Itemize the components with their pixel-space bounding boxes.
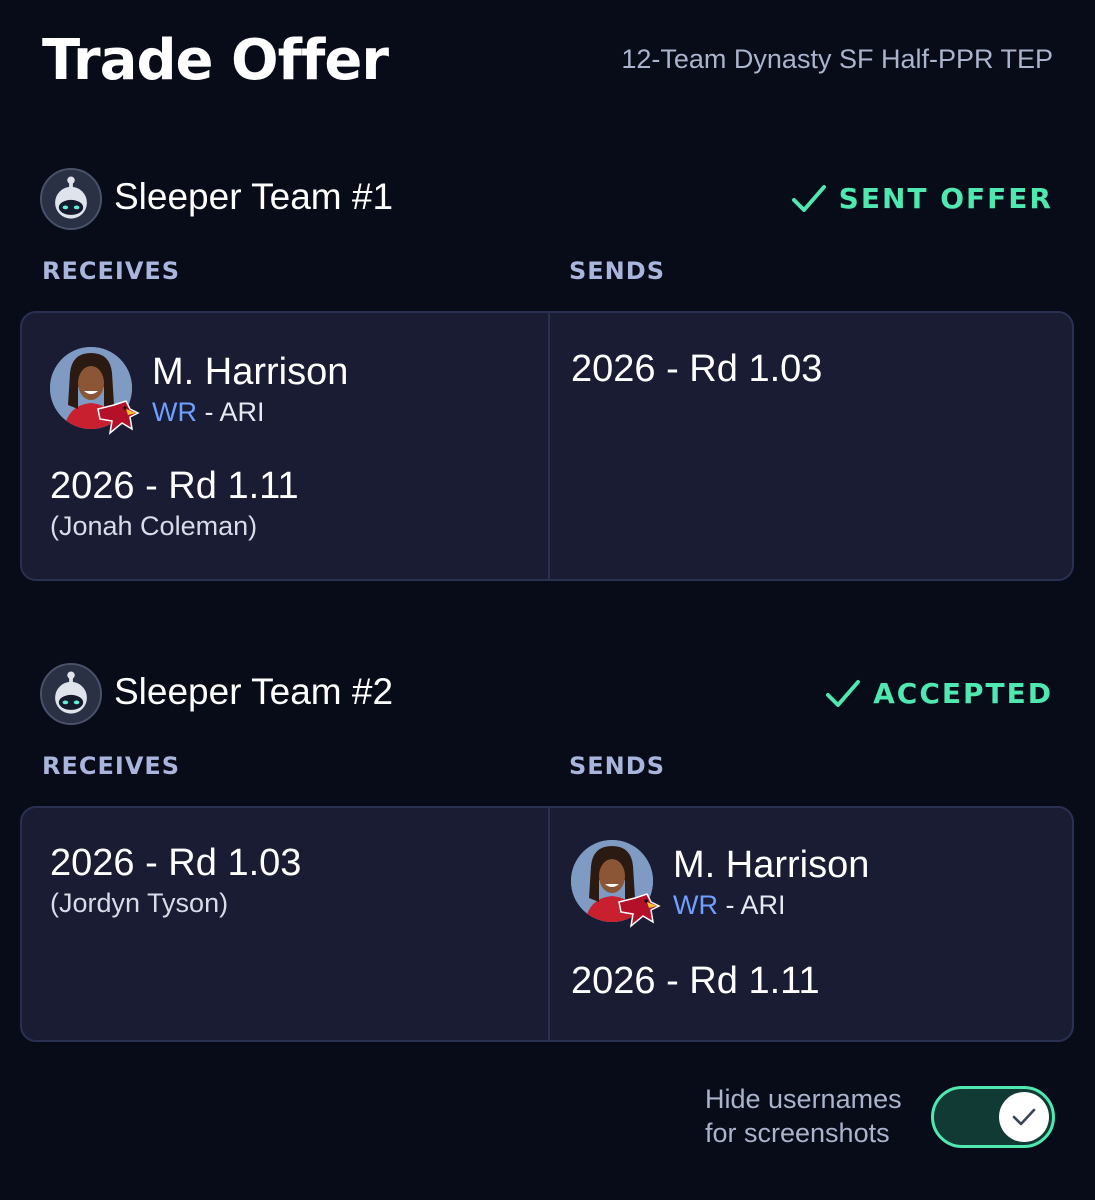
status-label: ACCEPTED <box>873 677 1053 710</box>
hide-usernames-toggle[interactable] <box>931 1086 1055 1148</box>
sleeper-mascot-icon[interactable] <box>40 663 102 725</box>
status-badge: ACCEPTED <box>825 677 1053 710</box>
player-meta: WR - ARI <box>673 890 786 921</box>
player-team: ARI <box>219 397 265 427</box>
receives-label: RECEIVES <box>42 257 181 285</box>
team-2-trade-card: 2026 - Rd 1.03 (Jordyn Tyson) M. Harriso… <box>20 806 1074 1042</box>
trade-offer-page: Trade Offer 12-Team Dynasty SF Half-PPR … <box>0 0 1095 1200</box>
checkmark-icon <box>791 184 826 212</box>
cardinals-logo-icon <box>618 893 661 928</box>
pick-note: (Jonah Coleman) <box>50 511 258 541</box>
sleeper-mascot-icon[interactable] <box>40 168 102 230</box>
card-divider <box>548 313 550 579</box>
player-position: WR <box>673 890 718 920</box>
player-asset[interactable]: M. Harrison WR - ARI <box>571 840 1051 930</box>
team-2-header: Sleeper Team #2 ACCEPTED <box>40 663 1053 727</box>
player-asset[interactable]: M. Harrison WR - ARI <box>50 347 530 437</box>
receives-label: RECEIVES <box>42 752 181 780</box>
hide-usernames-label: Hide usernames for screenshots <box>705 1082 902 1150</box>
sends-label: SENDS <box>569 257 665 285</box>
pick-label[interactable]: 2026 - Rd 1.11 <box>571 960 820 1003</box>
meta-separator: - <box>204 397 214 427</box>
player-headshot <box>571 840 661 928</box>
pick-label[interactable]: 2026 - Rd 1.11 <box>50 465 299 508</box>
league-settings: 12-Team Dynasty SF Half-PPR TEP <box>621 44 1053 74</box>
player-name: M. Harrison <box>152 351 349 393</box>
team-1-trade-card: M. Harrison WR - ARI 2026 - Rd 1.11 (Jon… <box>20 311 1074 581</box>
card-divider <box>548 808 550 1040</box>
player-headshot <box>50 347 140 435</box>
cardinals-logo-icon <box>97 400 140 435</box>
toggle-label-line: for screenshots <box>705 1118 890 1148</box>
checkmark-icon <box>1012 1108 1036 1126</box>
status-badge: SENT OFFER <box>791 182 1053 215</box>
sends-label: SENDS <box>569 752 665 780</box>
header: Trade Offer 12-Team Dynasty SF Half-PPR … <box>42 22 1053 102</box>
pick-label[interactable]: 2026 - Rd 1.03 <box>50 842 301 885</box>
toggle-knob[interactable] <box>999 1092 1049 1142</box>
player-name: M. Harrison <box>673 844 870 886</box>
toggle-label-line: Hide usernames <box>705 1084 902 1114</box>
pick-note: (Jordyn Tyson) <box>50 888 229 918</box>
player-meta: WR - ARI <box>152 397 265 428</box>
checkmark-icon <box>826 679 861 707</box>
player-team: ARI <box>740 890 786 920</box>
status-label: SENT OFFER <box>838 182 1053 215</box>
team-1-header: Sleeper Team #1 SENT OFFER <box>40 168 1053 232</box>
team-name: Sleeper Team #1 <box>114 176 394 217</box>
meta-separator: - <box>725 890 735 920</box>
player-position: WR <box>152 397 197 427</box>
team-name: Sleeper Team #2 <box>114 671 394 712</box>
page-title: Trade Offer <box>42 28 389 93</box>
pick-label[interactable]: 2026 - Rd 1.03 <box>571 348 822 391</box>
